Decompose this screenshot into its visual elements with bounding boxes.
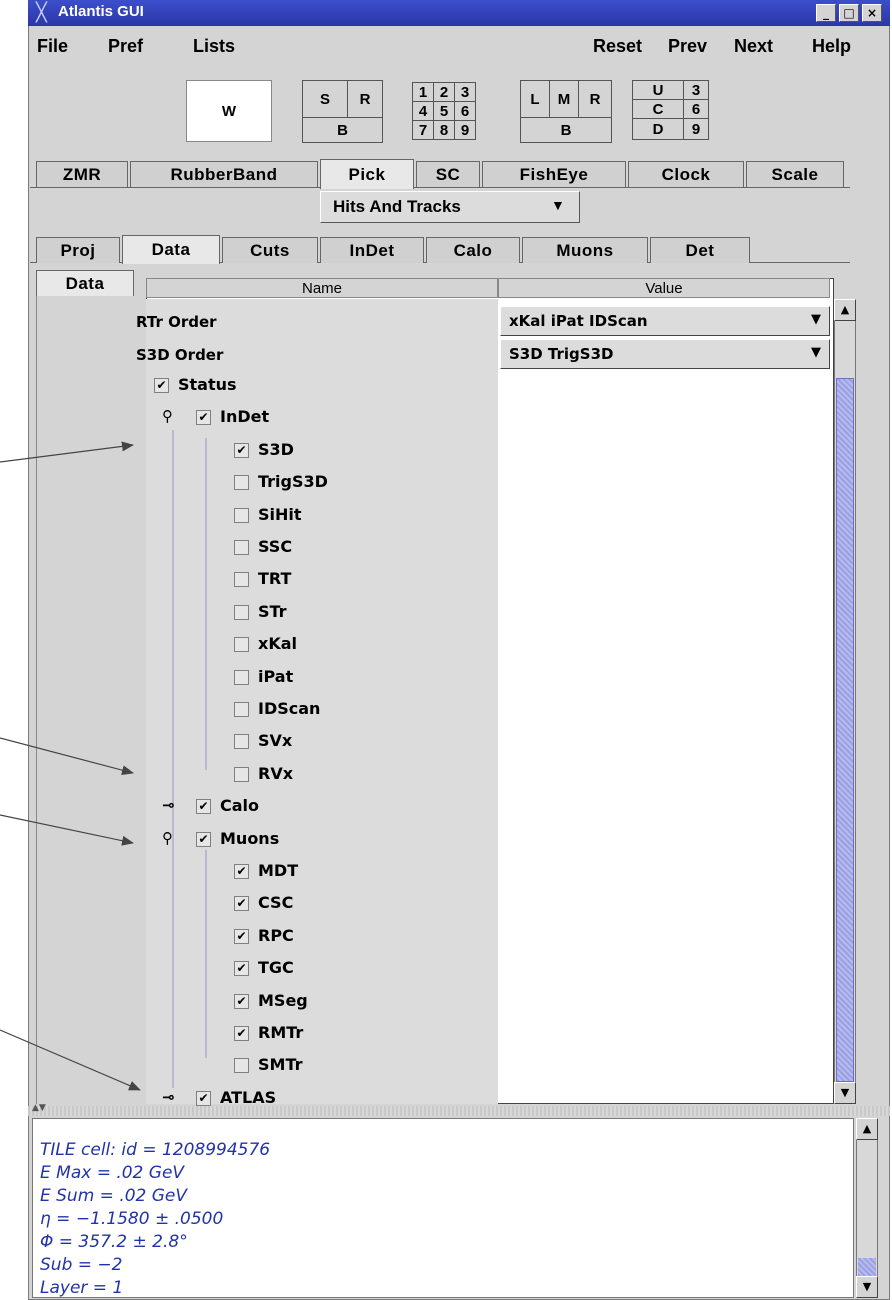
- annotation-arrows: [0, 441, 141, 1091]
- arrow-to-indet: [0, 441, 134, 463]
- arrow-to-calo: [0, 737, 134, 776]
- arrow-to-atlas: [0, 1029, 141, 1091]
- arrow-to-muons: [0, 814, 134, 846]
